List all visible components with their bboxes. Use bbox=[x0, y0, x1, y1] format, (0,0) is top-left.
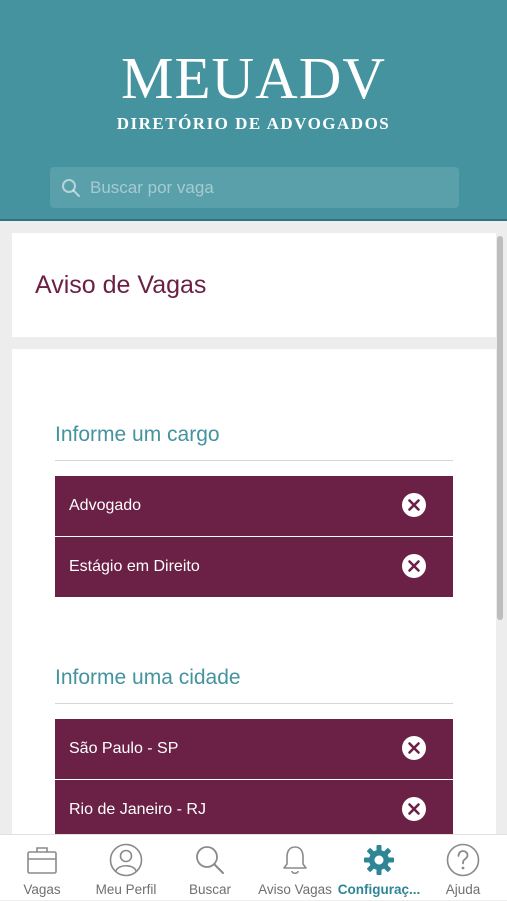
cargo-tag: Estágio em Direito bbox=[55, 537, 453, 597]
help-icon bbox=[446, 843, 480, 877]
bell-icon bbox=[283, 846, 307, 875]
nav-item-vagas[interactable]: Vagas bbox=[0, 835, 84, 901]
nav-label: Ajuda bbox=[445, 882, 481, 897]
nav-label: Aviso Vagas bbox=[258, 882, 332, 897]
gear-icon bbox=[364, 845, 394, 875]
close-circle-icon[interactable] bbox=[402, 797, 426, 821]
tag-label: Rio de Janeiro - RJ bbox=[69, 801, 206, 818]
briefcase-icon bbox=[27, 847, 57, 874]
scrollbar[interactable] bbox=[497, 236, 503, 620]
nav-item-ajuda[interactable]: Ajuda bbox=[421, 835, 505, 901]
nav-item-meu-perfil[interactable]: Meu Perfil bbox=[84, 835, 168, 901]
close-circle-icon[interactable] bbox=[402, 554, 426, 578]
section-title-cidade: Informe uma cidade bbox=[55, 666, 241, 689]
app-header: MEUADV DIRETÓRIO DE ADVOGADOS bbox=[0, 0, 507, 221]
nav-item-configuracoes[interactable]: Configuraç... bbox=[337, 835, 421, 901]
close-circle-icon[interactable] bbox=[402, 736, 426, 760]
user-icon bbox=[109, 843, 143, 877]
nav-label: Vagas bbox=[23, 882, 61, 897]
search-icon bbox=[62, 179, 80, 197]
nav-label: Configuraç... bbox=[337, 882, 421, 897]
nav-item-buscar[interactable]: Buscar bbox=[168, 835, 252, 901]
nav-item-aviso-vagas[interactable]: Aviso Vagas bbox=[253, 835, 337, 901]
cargo-tag: Advogado bbox=[55, 476, 453, 536]
cidade-tag: Rio de Janeiro - RJ bbox=[55, 780, 453, 840]
logo-subtitle: DIRETÓRIO DE ADVOGADOS bbox=[116, 114, 391, 133]
tag-label: Estágio em Direito bbox=[69, 558, 200, 575]
section-divider bbox=[55, 703, 453, 704]
nav-label: Buscar bbox=[188, 882, 232, 897]
nav-label: Meu Perfil bbox=[95, 882, 157, 897]
close-circle-icon[interactable] bbox=[402, 493, 426, 517]
search-icon bbox=[196, 846, 224, 874]
section-divider bbox=[55, 460, 453, 461]
content-card: Informe um cargo Advogado Estágio em Dir… bbox=[12, 349, 496, 849]
page-title: Aviso de Vagas bbox=[35, 271, 207, 299]
section-title-cargo: Informe um cargo bbox=[55, 423, 220, 446]
search-box[interactable] bbox=[50, 167, 459, 208]
bottom-nav: Vagas Meu Perfil Buscar Aviso Vagas Conf… bbox=[0, 834, 507, 900]
page-title-card: Aviso de Vagas bbox=[12, 233, 496, 337]
search-input[interactable] bbox=[90, 167, 450, 208]
logo-title: MEUADV bbox=[121, 45, 386, 111]
tag-label: São Paulo - SP bbox=[69, 740, 179, 757]
tag-label: Advogado bbox=[69, 497, 142, 514]
cidade-tag: São Paulo - SP bbox=[55, 719, 453, 779]
